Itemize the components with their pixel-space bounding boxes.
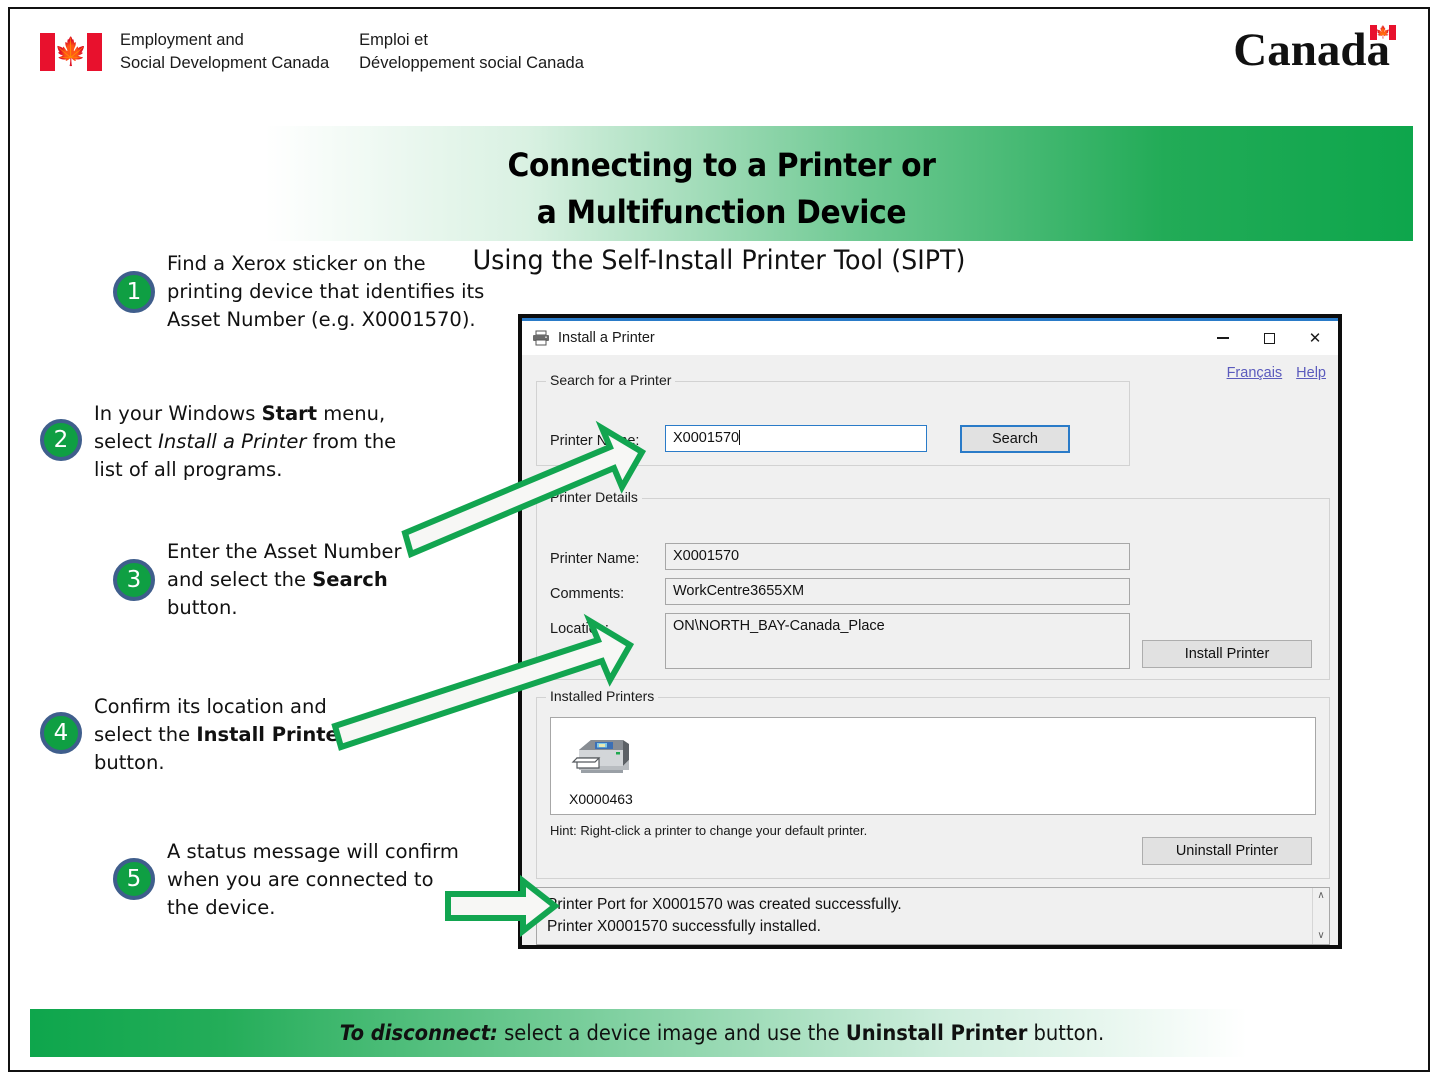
- dialog-body: Français Help Search for a Printer Print…: [522, 355, 1338, 945]
- printer-icon: [532, 330, 550, 346]
- step-1-text: Find a Xerox sticker on the printing dev…: [167, 249, 484, 334]
- page-title-line1: Connecting to a Printer or: [507, 146, 936, 184]
- maple-leaf-glyph: 🍁: [54, 36, 88, 67]
- scroll-down-icon[interactable]: ∨: [1317, 928, 1324, 944]
- fip-signature: 🍁 Employment and Social Development Cana…: [40, 29, 584, 75]
- title-banner: Connecting to a Printer or a Multifuncti…: [30, 126, 1413, 241]
- location-label: Location:: [550, 621, 609, 637]
- dialog-links: Français Help: [1227, 365, 1326, 381]
- step-2-line3: list of all programs.: [94, 458, 283, 482]
- step-2-line1: In your Windows Start menu,: [94, 402, 386, 425]
- step-4-line3: button.: [94, 751, 165, 775]
- page-title-line2: a Multifunction Device: [536, 192, 907, 231]
- dept-name-en: Employment and Social Development Canada: [120, 29, 329, 75]
- dept-fr-line1: Emploi et: [359, 31, 428, 49]
- wordmark-leaf-glyph: 🍁: [1375, 25, 1391, 40]
- step-2-number: 2: [40, 419, 82, 461]
- step-5-text: A status message will confirm when you a…: [167, 837, 459, 922]
- poster-page: 🍁 Employment and Social Development Cana…: [8, 7, 1430, 1072]
- step-4: 4 Confirm its location and select the In…: [40, 692, 348, 777]
- footer-mid: select a device image and use the: [497, 1021, 846, 1045]
- step-4-line2: select the Install Printer: [94, 723, 349, 747]
- search-button[interactable]: Search: [960, 425, 1070, 453]
- list-item[interactable]: X0000463: [569, 730, 664, 807]
- comments-field[interactable]: WorkCentre3655XM: [665, 578, 1130, 605]
- installed-printers-list[interactable]: X0000463: [550, 717, 1316, 815]
- dept-fr-line2: Développement social Canada: [359, 53, 584, 72]
- status-line-1: Printer Port for X0001570 was created su…: [547, 896, 902, 913]
- dept-en-line2: Social Development Canada: [120, 53, 330, 72]
- step-4-line1: Confirm its location and: [94, 695, 327, 718]
- canada-flag-icon: 🍁: [40, 32, 102, 71]
- step-3-line2: and select the Search: [167, 568, 388, 592]
- step-1-line2: printing device that identifies its: [167, 280, 485, 304]
- francais-link[interactable]: Français: [1227, 365, 1283, 381]
- minimize-button[interactable]: [1200, 321, 1246, 355]
- install-a-printer-dialog: Install a Printer ✕ Français Help Search…: [518, 314, 1342, 949]
- step-5-number: 5: [113, 858, 155, 900]
- search-input[interactable]: X0001570: [665, 425, 927, 452]
- comments-label: Comments:: [550, 586, 625, 602]
- install-printer-button[interactable]: Install Printer: [1142, 640, 1312, 668]
- footer-banner: To disconnect: select a device image and…: [30, 1009, 1413, 1057]
- maximize-button[interactable]: [1246, 321, 1292, 355]
- footer-lead: To disconnect:: [339, 1021, 498, 1045]
- details-printer-name-label: Printer Name:: [550, 551, 640, 567]
- page-title: Connecting to a Printer or a Multifuncti…: [78, 142, 1364, 235]
- step-1-number: 1: [113, 271, 155, 313]
- footer-text: To disconnect: select a device image and…: [339, 1021, 1103, 1045]
- dept-en-line1: Employment and: [120, 31, 244, 49]
- step-3: 3 Enter the Asset Number and select the …: [113, 537, 402, 622]
- close-icon[interactable]: ✕: [1292, 321, 1338, 355]
- search-for-a-printer-group: Search for a Printer: [536, 372, 1130, 466]
- status-line-2: Printer X0001570 successfully installed.: [547, 918, 821, 936]
- step-5-line1: A status message will confirm: [167, 840, 459, 863]
- footer-bold: Uninstall Printer: [845, 1021, 1027, 1045]
- search-group-label: Search for a Printer: [546, 372, 676, 388]
- multifunction-printer-icon: [569, 740, 631, 784]
- step-1: 1 Find a Xerox sticker on the printing d…: [113, 249, 484, 334]
- dept-name-fr: Emploi et Développement social Canada: [359, 29, 584, 75]
- step-5-line2: when you are connected to: [167, 868, 434, 892]
- text-caret: [739, 430, 741, 445]
- scroll-up-icon[interactable]: ∧: [1317, 888, 1324, 904]
- step-2: 2 In your Windows Start menu, select Ins…: [40, 399, 396, 484]
- details-printer-name-field[interactable]: X0001570: [665, 543, 1130, 570]
- default-printer-hint: Hint: Right-click a printer to change yo…: [550, 823, 868, 838]
- step-5-line3: the device.: [167, 896, 276, 920]
- step-3-line1: Enter the Asset Number: [167, 540, 402, 563]
- window-controls: ✕: [1200, 321, 1338, 355]
- step-2-line2: select Install a Printer from the: [94, 430, 397, 454]
- dialog-titlebar: Install a Printer ✕: [522, 321, 1338, 355]
- step-3-number: 3: [113, 559, 155, 601]
- canada-wordmark: Canada 🍁: [1233, 24, 1396, 76]
- status-message-box[interactable]: Printer Port for X0001570 was created su…: [536, 887, 1330, 945]
- installed-group-label: Installed Printers: [546, 688, 659, 704]
- masthead: 🍁 Employment and Social Development Cana…: [10, 9, 1428, 109]
- dialog-title: Install a Printer: [558, 330, 655, 346]
- step-3-text: Enter the Asset Number and select the Se…: [167, 537, 402, 622]
- uninstall-printer-button[interactable]: Uninstall Printer: [1142, 837, 1312, 865]
- canada-wordmark-text: Canada: [1233, 24, 1390, 76]
- wordmark-flag-icon: 🍁: [1370, 25, 1396, 40]
- step-3-line3: button.: [167, 596, 238, 620]
- step-2-text: In your Windows Start menu, select Insta…: [94, 399, 396, 484]
- printer-name-label: X0000463: [569, 791, 633, 807]
- step-1-line1: Find a Xerox sticker on the: [167, 252, 426, 275]
- footer-tail: button.: [1026, 1021, 1104, 1045]
- help-link[interactable]: Help: [1296, 365, 1326, 381]
- status-scrollbar[interactable]: ∧ ∨: [1312, 888, 1329, 944]
- step-4-number: 4: [40, 712, 82, 754]
- step-5: 5 A status message will confirm when you…: [113, 837, 459, 922]
- step-4-text: Confirm its location and select the Inst…: [94, 692, 348, 777]
- details-group-label: Printer Details: [546, 489, 642, 505]
- search-printer-name-label: Printer Name:: [550, 433, 640, 449]
- step-1-line3: Asset Number (e.g. X0001570).: [167, 308, 476, 332]
- location-field[interactable]: ON\NORTH_BAY-Canada_Place: [665, 613, 1130, 669]
